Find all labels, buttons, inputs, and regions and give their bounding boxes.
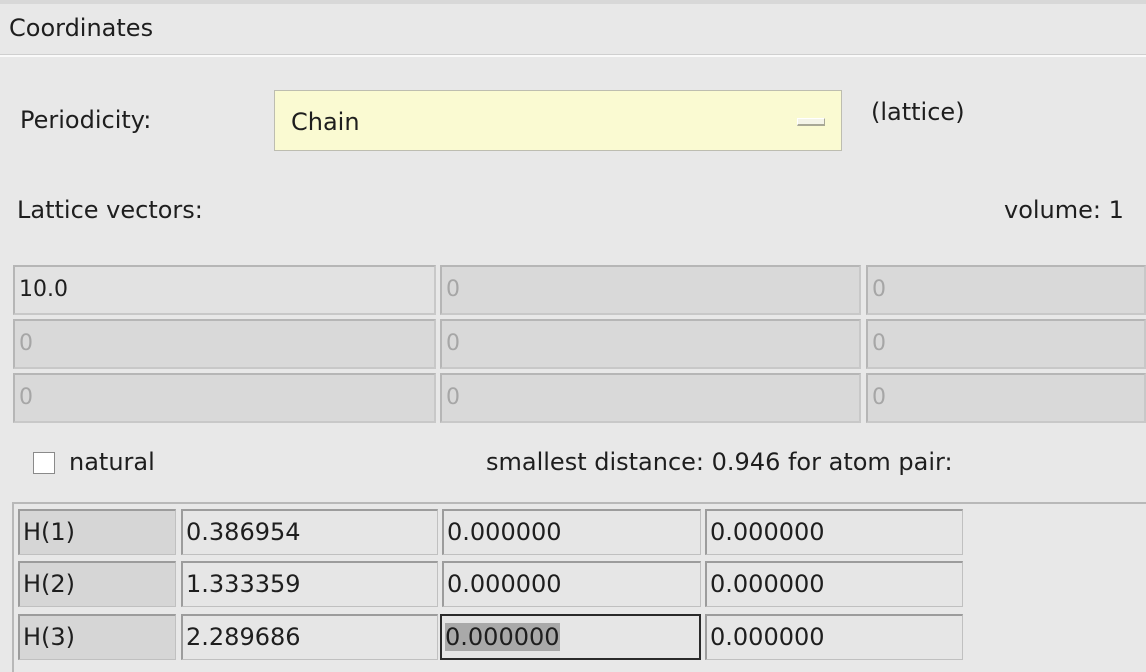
lattice-note: (lattice) [871, 98, 965, 126]
lattice-cell-r2-c3[interactable]: 0 [866, 319, 1146, 369]
atom-y-cell[interactable]: 0.000000 [442, 561, 701, 607]
lattice-cell-r2-c2[interactable]: 0 [440, 319, 861, 369]
clipped-top-edge [0, 0, 1146, 4]
atom-y-cell-selected[interactable]: 0.000000 [440, 614, 701, 660]
atom-z-cell[interactable]: 0.000000 [705, 509, 963, 555]
section-divider [0, 54, 1146, 57]
lattice-cell-r2-c1[interactable]: 0 [13, 319, 436, 369]
lattice-cell-r3-c2[interactable]: 0 [440, 373, 861, 423]
periodicity-dropdown[interactable]: Chain [274, 90, 842, 151]
dropdown-handle-icon [797, 118, 825, 126]
lattice-cell-r1-c1[interactable]: 10.0 [13, 265, 436, 315]
periodicity-label: Periodicity: [20, 106, 152, 134]
atom-name-cell[interactable]: H(2) [18, 561, 176, 607]
natural-label: natural [69, 448, 155, 476]
atom-z-cell[interactable]: 0.000000 [705, 614, 963, 660]
atom-z-cell[interactable]: 0.000000 [705, 561, 963, 607]
atom-x-cell[interactable]: 2.289686 [181, 614, 438, 660]
atom-name-cell[interactable]: H(1) [18, 509, 176, 555]
lattice-cell-r3-c1[interactable]: 0 [13, 373, 436, 423]
lattice-vectors-label: Lattice vectors: [17, 196, 203, 224]
selected-cell-text: 0.000000 [445, 623, 560, 651]
atom-x-cell[interactable]: 1.333359 [181, 561, 438, 607]
section-title: Coordinates [9, 14, 154, 42]
atom-name-cell[interactable]: H(3) [18, 614, 176, 660]
natural-checkbox[interactable] [33, 452, 55, 474]
atom-x-cell[interactable]: 0.386954 [181, 509, 438, 555]
smallest-distance-text: smallest distance: 0.946 for atom pair: [486, 448, 953, 476]
periodicity-selected-value: Chain [291, 108, 360, 136]
lattice-cell-r1-c3[interactable]: 0 [866, 265, 1146, 315]
atom-y-cell[interactable]: 0.000000 [442, 509, 701, 555]
volume-label: volume: 1 [1004, 196, 1124, 224]
lattice-cell-r3-c3[interactable]: 0 [866, 373, 1146, 423]
lattice-cell-r1-c2[interactable]: 0 [440, 265, 861, 315]
